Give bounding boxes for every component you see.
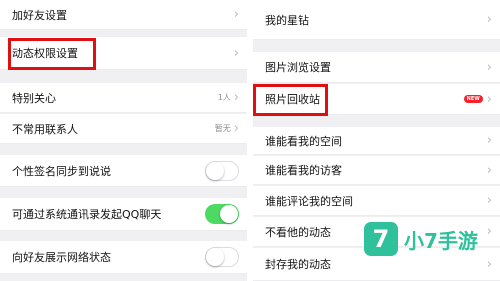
highlight-box [8,38,96,70]
toggle-knob [206,161,224,180]
row-label: 可通过系统通讯录发起QQ聊天 [12,208,162,221]
toggle-knob [220,205,238,223]
infrequent-contacts-row[interactable]: 不常用联系人 暂无 › [0,114,247,144]
chevron-right-icon: › [486,224,492,239]
row-label: 不常用联系人 [12,122,78,136]
signature-sync-row: 个性签名同步到说说 [0,155,247,187]
chevron-right-icon: › [486,12,492,27]
chevron-right-icon: › [486,256,492,272]
who-can-view-visitors-row[interactable]: 谁能看我的访客 › [253,156,500,185]
site-watermark: 7 小7手游 [364,222,478,256]
row-label: 加好友设置 [12,8,67,22]
who-can-view-space-row[interactable]: 谁能看我的空间 › [253,127,500,155]
row-label: 图片浏览设置 [265,61,331,74]
watermark-text: 小7手游 [404,228,478,253]
chevron-right-icon: › [486,193,492,208]
row-label: 向好友展示网络状态 [12,251,111,264]
chevron-right-icon: › [233,121,239,136]
left-settings-panel: 加好友设置 › 动态权限设置 › 特别关心 1人 › 不常用联系人 暂无 › 个… [0,0,247,281]
row-label: 谁能评论我的空间 [265,194,353,208]
chevron-right-icon: › [486,59,492,75]
network-status-row: 向好友展示网络状态 [0,241,247,274]
chevron-right-icon: › [486,91,492,107]
row-label: 我的星钻 [265,13,309,27]
add-friend-settings-row[interactable]: 加好友设置 › [0,0,247,30]
chevron-right-icon: › [233,90,239,105]
chevron-right-icon: › [486,162,492,178]
row-label: 封存我的动态 [265,258,331,271]
row-value: 1人 [217,93,231,102]
row-value: 暂无 [214,124,231,133]
network-status-toggle[interactable] [205,247,239,267]
row-label: 谁能看我的空间 [265,134,342,148]
special-care-row[interactable]: 特别关心 1人 › [0,83,247,113]
new-badge: NEW [463,95,483,103]
who-can-comment-space-row[interactable]: 谁能评论我的空间 › [253,186,500,216]
row-label: 谁能看我的访客 [265,164,342,177]
toggle-knob [206,248,224,266]
contacts-chat-toggle[interactable] [205,204,239,224]
contacts-chat-row: 可通过系统通讯录发起QQ聊天 [0,198,247,231]
image-browsing-settings-row[interactable]: 图片浏览设置 › [253,52,500,83]
row-label: 特别关心 [12,91,56,105]
row-label: 个性签名同步到说说 [12,164,111,178]
chevron-right-icon: › [233,7,239,22]
signature-sync-toggle[interactable] [205,160,239,181]
chevron-right-icon: › [233,45,239,61]
highlight-box [253,84,328,116]
chevron-right-icon: › [486,133,492,148]
watermark-logo-icon: 7 [364,222,398,256]
my-star-diamond-row[interactable]: 我的星钻 › [253,0,500,40]
